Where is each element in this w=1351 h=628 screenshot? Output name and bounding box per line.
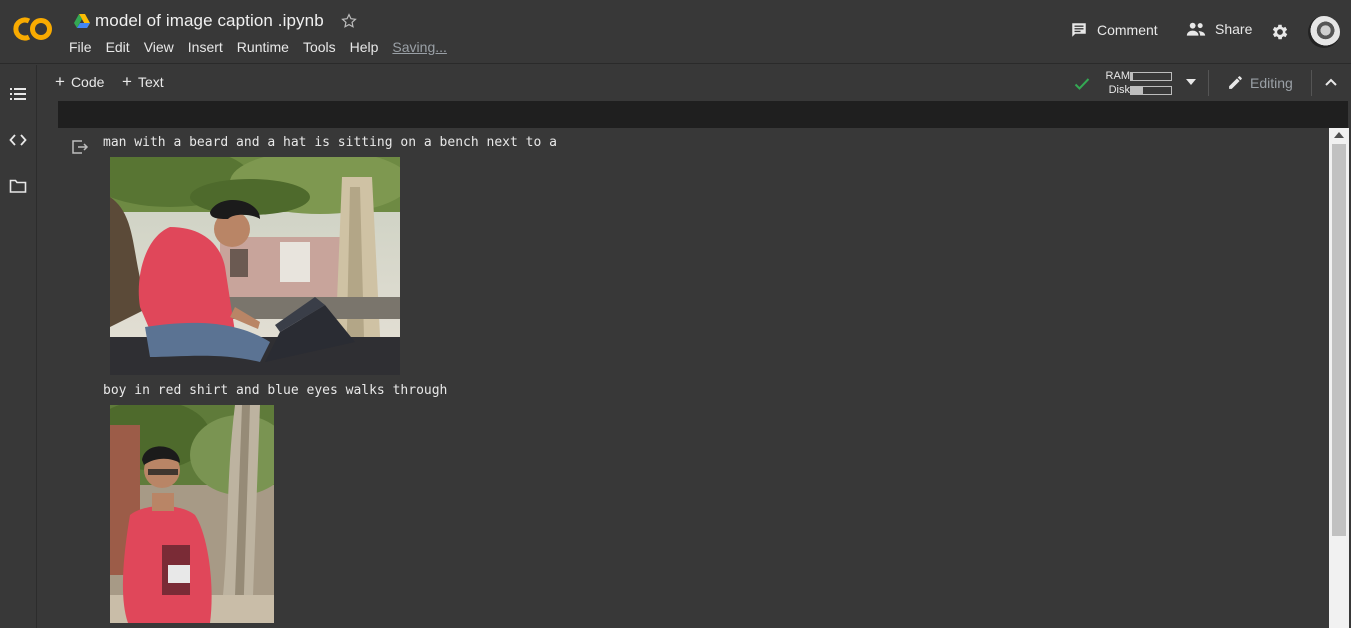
top-header: model of image caption .ipynb File Edit … xyxy=(0,0,1351,64)
editing-mode-button[interactable]: Editing xyxy=(1227,74,1293,91)
ram-bar-fill xyxy=(1131,73,1133,80)
menu-help[interactable]: Help xyxy=(350,39,379,55)
ram-label: RAM xyxy=(1105,70,1130,82)
share-label: Share xyxy=(1215,21,1253,37)
code-cell[interactable] xyxy=(58,101,1348,128)
menu-bar: File Edit View Insert Runtime Tools Help… xyxy=(69,39,461,55)
disk-bar xyxy=(1130,86,1172,95)
star-icon[interactable] xyxy=(340,12,358,30)
add-text-button[interactable]: + Text xyxy=(122,72,164,91)
saving-status[interactable]: Saving... xyxy=(392,39,446,55)
output-image-1 xyxy=(110,157,400,375)
scroll-up-arrow-icon[interactable] xyxy=(1334,132,1344,138)
menu-file[interactable]: File xyxy=(69,39,92,55)
gear-icon[interactable] xyxy=(1270,22,1290,42)
output-icon[interactable] xyxy=(71,139,89,155)
plus-icon: + xyxy=(122,72,132,91)
pencil-icon xyxy=(1229,76,1242,89)
editing-label: Editing xyxy=(1250,74,1293,91)
drive-icon[interactable] xyxy=(74,14,90,28)
toolbar-divider xyxy=(1311,70,1312,96)
output-image-2 xyxy=(110,405,274,623)
add-code-label: Code xyxy=(70,74,105,90)
toc-icon[interactable] xyxy=(9,85,27,103)
add-code-button[interactable]: + Code xyxy=(55,72,105,91)
resource-monitor[interactable]: RAM Disk xyxy=(1074,69,1224,97)
comment-icon xyxy=(1072,23,1086,37)
ram-bar xyxy=(1130,72,1172,81)
menu-insert[interactable]: Insert xyxy=(188,39,223,55)
menu-runtime[interactable]: Runtime xyxy=(237,39,289,55)
output-caption-1: man with a beard and a hat is sitting on… xyxy=(103,135,557,150)
toolbar-divider xyxy=(1208,70,1209,96)
output-caption-2: boy in red shirt and blue eyes walks thr… xyxy=(103,383,448,398)
cell-output: man with a beard and a hat is sitting on… xyxy=(38,128,1328,628)
folder-icon[interactable] xyxy=(9,177,27,195)
notebook-toolbar: + Code + Text RAM Disk Editing xyxy=(38,65,1351,101)
caret-down-icon[interactable] xyxy=(1186,79,1196,85)
share-button[interactable]: Share xyxy=(1186,21,1252,37)
menu-tools[interactable]: Tools xyxy=(303,39,336,55)
plus-icon: + xyxy=(55,72,65,91)
disk-label: Disk xyxy=(1108,84,1130,96)
menu-edit[interactable]: Edit xyxy=(106,39,130,55)
comment-button[interactable]: Comment xyxy=(1070,21,1158,39)
left-rail xyxy=(0,65,37,628)
disk-bar-fill xyxy=(1131,87,1143,94)
chevron-up-icon[interactable] xyxy=(1324,75,1338,89)
check-icon xyxy=(1074,78,1090,90)
code-snippets-icon[interactable] xyxy=(9,131,27,149)
notebook-title[interactable]: model of image caption .ipynb xyxy=(95,11,324,31)
add-text-label: Text xyxy=(137,74,164,90)
scrollbar-thumb[interactable] xyxy=(1332,144,1346,536)
colab-logo-icon[interactable] xyxy=(12,15,54,43)
menu-view[interactable]: View xyxy=(144,39,174,55)
avatar[interactable] xyxy=(1308,16,1340,48)
comment-label: Comment xyxy=(1097,22,1158,38)
share-people-icon xyxy=(1186,22,1206,36)
